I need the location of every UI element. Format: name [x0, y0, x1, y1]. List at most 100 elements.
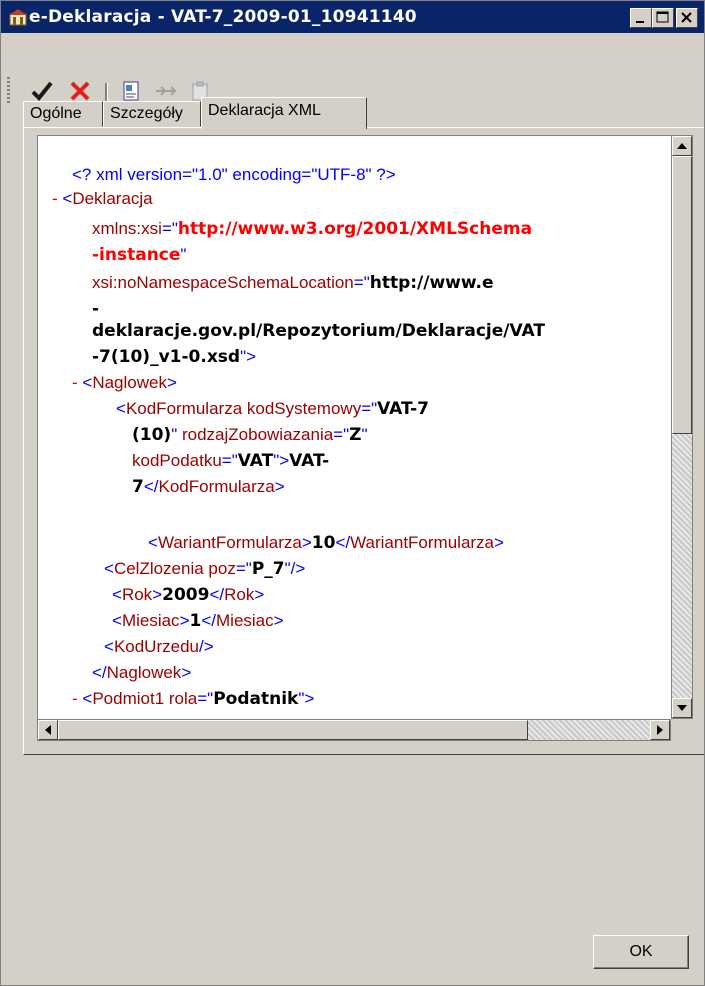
xml-token: > [152, 585, 163, 604]
toolbar [1, 33, 704, 103]
xml-token: </ [209, 585, 225, 604]
xml-token: WariantFormularza [350, 533, 495, 552]
scroll-up-button[interactable] [672, 136, 692, 156]
xml-token: < [112, 611, 122, 630]
xml-token: < [148, 533, 158, 552]
double-arrow-icon [156, 86, 177, 96]
xml-token: KodFormularza [125, 399, 243, 418]
scroll-left-button[interactable] [38, 720, 58, 740]
xml-token: > [273, 611, 284, 630]
xml-token: " [361, 425, 368, 444]
toolbar-separator [105, 83, 108, 103]
horizontal-scroll-thumb[interactable] [58, 720, 528, 740]
xml-line: </Naglowek> [92, 660, 191, 686]
xml-token: "> [298, 689, 315, 708]
xml-token: poz [203, 559, 236, 578]
xml-token: =" [353, 273, 370, 292]
xml-token: CelZlozenia [113, 559, 204, 578]
xml-token: </ [335, 533, 351, 552]
xml-token: =" [197, 689, 214, 708]
xml-token: Deklaracja [72, 189, 153, 208]
xml-token: > [166, 373, 177, 392]
xml-token: - [72, 373, 83, 392]
xml-token: http://www.e [369, 273, 494, 293]
arrow-right-icon [657, 725, 663, 735]
xml-line: <Rok>2009</Rok> [112, 582, 264, 608]
xml-line: -instance" [92, 242, 186, 268]
xml-token: < [116, 399, 126, 418]
xml-token: xsi:noNamespaceSchemaLocation [92, 273, 354, 292]
close-icon [681, 12, 692, 23]
xml-token: "> [240, 347, 257, 366]
xml-token: "/> [284, 559, 306, 578]
xml-token: VAT [237, 451, 274, 471]
xml-line: deklaracje.gov.pl/Repozytorium/Deklaracj… [92, 318, 545, 344]
xml-token: > [301, 533, 312, 552]
scroll-right-button[interactable] [650, 720, 670, 740]
tab-deklaracja-xml[interactable]: Deklaracja XML [201, 97, 367, 129]
xml-token: -instance [92, 245, 181, 265]
xml-token: Rok [121, 585, 153, 604]
xml-token: -7(10)_v1-0.xsd [92, 347, 241, 367]
xml-line: <CelZlozenia poz="P_7"/> [104, 556, 305, 582]
xml-token: < [104, 637, 114, 656]
xml-token: </ [92, 663, 107, 682]
scroll-down-button[interactable] [672, 698, 692, 718]
xml-line: <? xml version="1.0" encoding="UTF-8" ?> [72, 162, 396, 188]
tab-ogolne[interactable]: Ogólne [23, 101, 103, 127]
vertical-scroll-thumb[interactable] [672, 156, 692, 434]
arrow-left-icon [45, 725, 51, 735]
xml-viewer[interactable]: <? xml version="1.0" encoding="UTF-8" ?>… [37, 135, 673, 721]
document-icon [123, 81, 139, 101]
xml-token: </ [143, 477, 159, 496]
xml-token: < [82, 373, 93, 392]
tab-szczegoly[interactable]: Szczegóły [103, 101, 201, 127]
xml-token: Naglowek [106, 663, 182, 682]
minimize-button[interactable] [630, 8, 652, 28]
xml-token: 10 [311, 533, 336, 553]
xml-token: P_7 [251, 559, 285, 579]
xml-token: " [180, 245, 187, 264]
xml-token: Podatnik [213, 689, 299, 709]
xml-line: - <Deklaracja [52, 186, 153, 212]
xml-token: > [179, 611, 190, 630]
xml-line: - <Podmiot1 rola="Podatnik"> [72, 686, 314, 712]
vertical-scrollbar[interactable] [671, 135, 693, 719]
xml-token: =" [235, 559, 252, 578]
xml-token: > [254, 585, 265, 604]
xml-token: =" [221, 451, 238, 470]
xml-token: Miesiac [216, 611, 274, 630]
xml-token: < [82, 689, 93, 708]
xml-token: - [72, 689, 83, 708]
xml-line: <KodFormularza kodSystemowy="VAT-7 [116, 396, 429, 422]
maximize-button[interactable] [652, 8, 674, 28]
xml-line: (10)" rodzajZobowiazania="Z" [132, 422, 368, 448]
xml-token: WariantFormularza [157, 533, 302, 552]
xml-token: 7 [132, 477, 144, 497]
xml-token: xmlns:xsi [92, 219, 162, 238]
toolbar-grip[interactable] [7, 77, 10, 103]
xml-token: - [92, 299, 100, 319]
close-button[interactable] [676, 8, 698, 28]
xml-line: <WariantFormularza>10</WariantFormularza… [148, 530, 504, 556]
xml-token: KodUrzedu [113, 637, 199, 656]
xml-token: deklaracje.gov.pl/Repozytorium/Deklaracj… [92, 321, 545, 341]
ok-button[interactable]: OK [593, 935, 689, 969]
checkmark-icon [31, 81, 53, 101]
arrow-up-icon [677, 143, 687, 149]
xml-token: < [62, 189, 73, 208]
xml-line: xmlns:xsi="http://www.w3.org/2001/XMLSch… [92, 216, 532, 242]
app-icon [9, 9, 27, 26]
xml-token: </ [201, 611, 216, 630]
xml-token: =" [333, 425, 350, 444]
xml-line: <Miesiac>1</Miesiac> [112, 608, 284, 634]
title-bar[interactable]: e-Deklaracja - VAT-7_2009-01_10941140 [1, 1, 704, 33]
xml-token: Podmiot1 [92, 689, 165, 708]
xml-token: http://www.w3.org/2001/XMLSchema [177, 219, 533, 239]
arrow-down-icon [677, 705, 687, 711]
maximize-icon [656, 11, 669, 23]
xml-token: Miesiac [121, 611, 180, 630]
xml-token: 2009 [162, 585, 210, 605]
horizontal-scrollbar[interactable] [37, 719, 671, 741]
xml-line: xsi:noNamespaceSchemaLocation="http://ww… [92, 270, 494, 296]
